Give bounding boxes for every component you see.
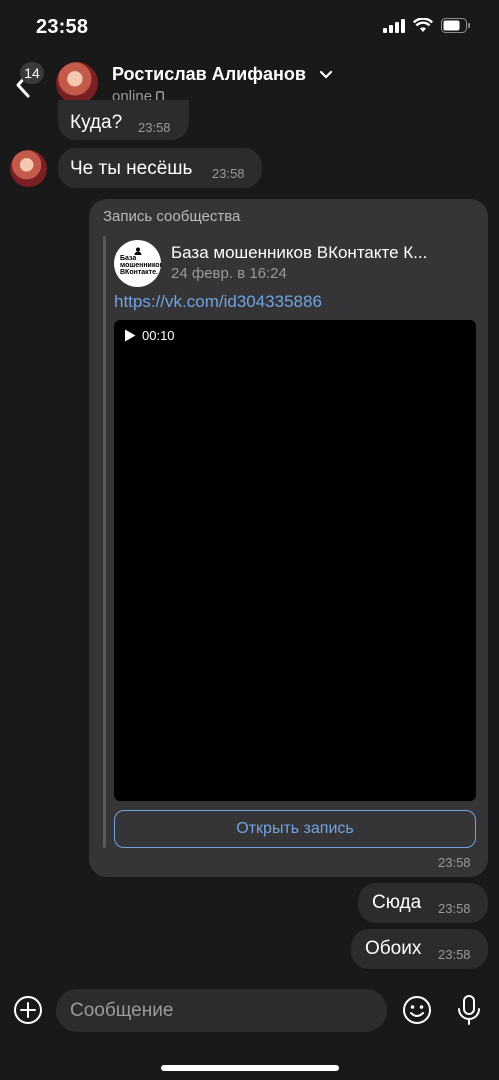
contact-avatar[interactable] <box>56 62 98 104</box>
microphone-icon <box>458 995 480 1025</box>
message-time: 23:58 <box>138 120 171 135</box>
battery-icon <box>441 18 470 33</box>
post-link[interactable]: https://vk.com/id304335886 <box>114 292 322 312</box>
back-button[interactable]: 14 <box>10 60 54 104</box>
message-input-placeholder: Сообщение <box>70 1000 174 1021</box>
message-bubble-outgoing[interactable]: Обоих 23:58 <box>351 929 488 969</box>
chevron-down-icon <box>319 71 333 79</box>
voice-message-button[interactable] <box>454 994 484 1026</box>
wifi-icon <box>413 18 433 32</box>
message-time: 23:58 <box>212 166 245 181</box>
message-time: 23:58 <box>438 855 471 870</box>
home-indicator <box>161 1065 339 1071</box>
status-icons <box>383 18 471 33</box>
emoji-button[interactable] <box>401 994 433 1026</box>
plus-circle-icon <box>14 996 42 1024</box>
message-text: Куда? <box>70 112 123 133</box>
post-quote-line <box>103 236 106 848</box>
message-text: Сюда <box>372 892 422 913</box>
cellular-signal-icon <box>383 18 405 33</box>
status-time: 23:58 <box>36 16 89 38</box>
message-bubble-incoming[interactable]: Куда? 23:58 <box>58 100 189 140</box>
attach-button[interactable] <box>12 994 44 1026</box>
open-post-button[interactable]: Открыть запись <box>114 810 476 848</box>
message-input[interactable]: Сообщение <box>56 989 387 1032</box>
unread-badge: 14 <box>20 62 44 84</box>
play-icon <box>125 329 136 342</box>
video-player[interactable]: 00:10 <box>114 320 476 801</box>
contact-name[interactable]: Ростислав Алифанов <box>112 64 333 85</box>
message-text: Че ты несёшь <box>70 158 193 179</box>
message-time: 23:58 <box>438 947 471 962</box>
message-bubble-outgoing[interactable]: Сюда 23:58 <box>358 883 488 923</box>
message-time: 23:58 <box>438 901 471 916</box>
group-logo[interactable]: База мошенников ВКонтакте. <box>114 240 161 287</box>
group-logo-text: База мошенников ВКонтакте. <box>120 255 161 276</box>
post-date: 24 февр. в 16:24 <box>171 265 287 282</box>
person-icon <box>134 247 142 255</box>
video-duration: 00:10 <box>124 328 175 343</box>
message-bubble-incoming[interactable]: Че ты несёшь 23:58 <box>58 148 262 188</box>
smiley-icon <box>403 996 431 1024</box>
message-text: Обоих <box>365 938 422 959</box>
sender-avatar[interactable] <box>10 150 47 187</box>
post-header: Запись сообщества <box>103 208 241 225</box>
group-name[interactable]: База мошенников ВКонтакте К... <box>171 243 461 263</box>
